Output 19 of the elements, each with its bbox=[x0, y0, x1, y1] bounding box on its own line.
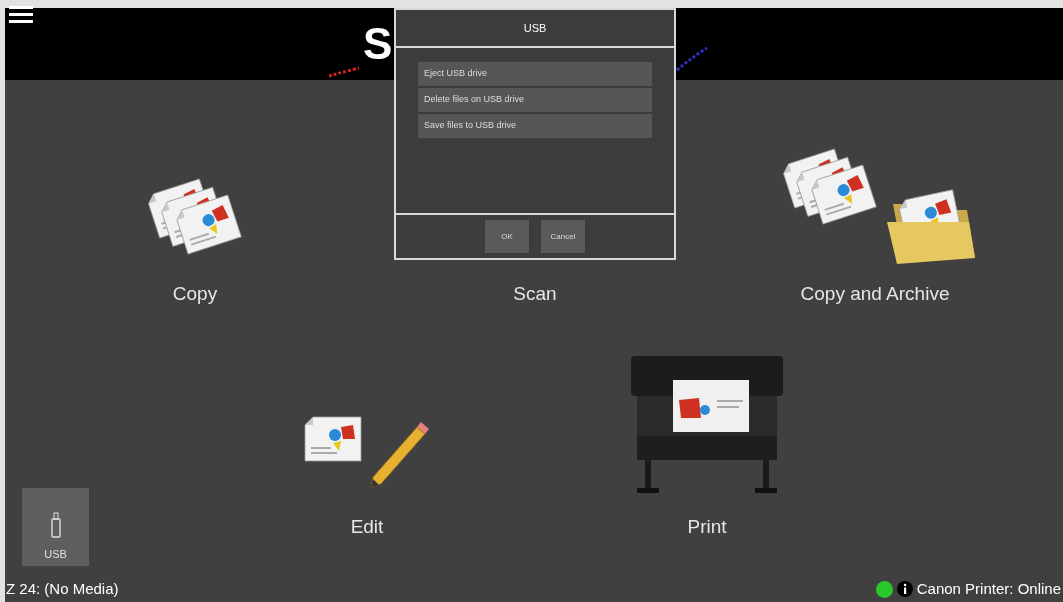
usb-button[interactable]: USB bbox=[22, 488, 89, 566]
logo-text: S bbox=[363, 22, 393, 66]
usb-drive-icon bbox=[50, 511, 61, 538]
tile-button[interactable]: Copy and Archive bbox=[800, 280, 950, 309]
printer-status-text: Canon Printer: Online bbox=[916, 578, 1061, 599]
media-status-text: Z 24: (No Media) bbox=[5, 578, 119, 599]
streak-icon bbox=[327, 66, 361, 78]
menu-option[interactable]: Delete files on USB drive bbox=[418, 88, 652, 112]
tile-button[interactable]: Scan bbox=[513, 280, 557, 309]
info-icon[interactable] bbox=[896, 581, 913, 597]
tile-button[interactable]: Edit bbox=[350, 512, 384, 541]
dialog-button[interactable]: OK bbox=[485, 220, 529, 253]
dialog-button[interactable]: Cancel bbox=[541, 220, 585, 253]
menu-option[interactable]: Eject USB drive bbox=[418, 62, 652, 86]
tile-button[interactable]: Print bbox=[687, 512, 727, 541]
menu-option[interactable]: Save files to USB drive bbox=[418, 114, 652, 138]
menu-icon[interactable] bbox=[9, 4, 33, 24]
tile-button[interactable]: Copy bbox=[172, 280, 218, 309]
dialog-title: USB bbox=[523, 20, 547, 36]
